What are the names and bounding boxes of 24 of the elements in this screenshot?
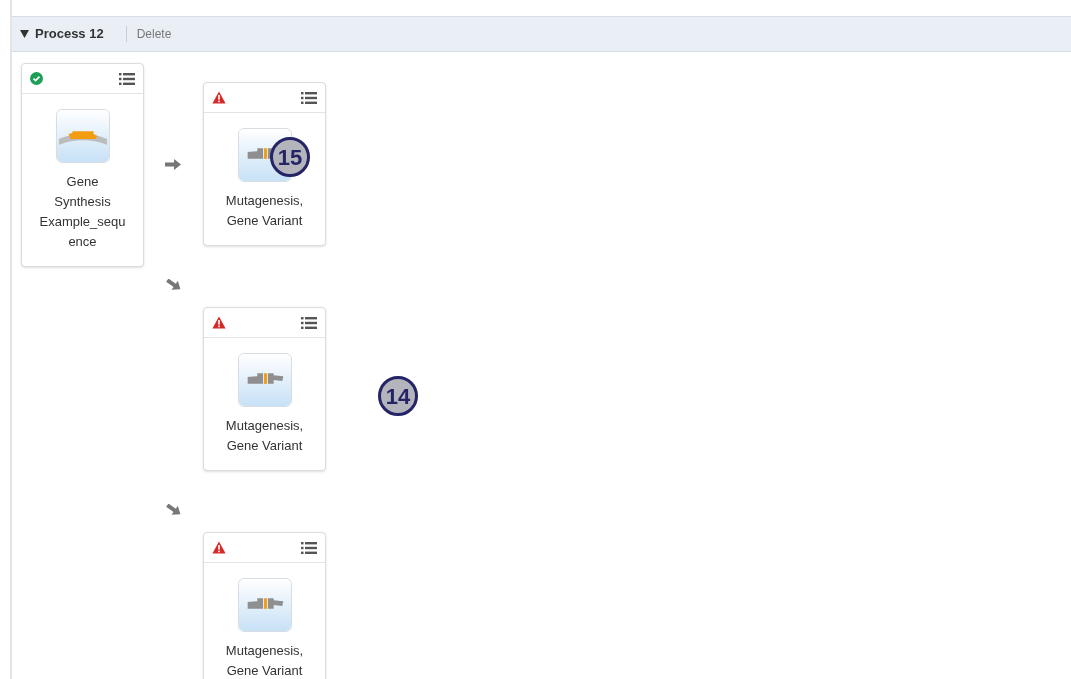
warning-icon (212, 316, 226, 329)
list-icon[interactable] (301, 541, 317, 554)
mutagenesis-icon (237, 353, 292, 407)
callout-badge: 14 (378, 376, 418, 416)
check-circle-icon (30, 72, 43, 85)
process-card[interactable]: Gene Synthesis Example_sequ ence (21, 63, 144, 267)
right-arrow-icon (165, 158, 181, 170)
card-label: Mutagenesis, Gene Variant (224, 192, 305, 230)
delete-link[interactable]: Delete (125, 26, 172, 42)
mutagenesis-icon (237, 578, 292, 632)
process-toggle[interactable]: Process 12 (20, 24, 104, 44)
list-icon[interactable] (119, 72, 135, 85)
down-right-arrow-icon (165, 504, 181, 518)
process-card[interactable]: Mutagenesis, Gene Variant (203, 532, 326, 679)
card-label: Gene Synthesis Example_sequ ence (38, 173, 127, 251)
process-card[interactable]: Mutagenesis, Gene Variant (203, 307, 326, 471)
warning-icon (212, 541, 226, 554)
warning-icon (212, 91, 226, 104)
card-label: Mutagenesis, Gene Variant (224, 417, 305, 455)
list-icon[interactable] (301, 316, 317, 329)
gene-synthesis-icon (55, 109, 110, 163)
list-icon[interactable] (301, 91, 317, 104)
card-label: Mutagenesis, Gene Variant (224, 642, 305, 679)
down-right-arrow-icon (165, 279, 181, 293)
